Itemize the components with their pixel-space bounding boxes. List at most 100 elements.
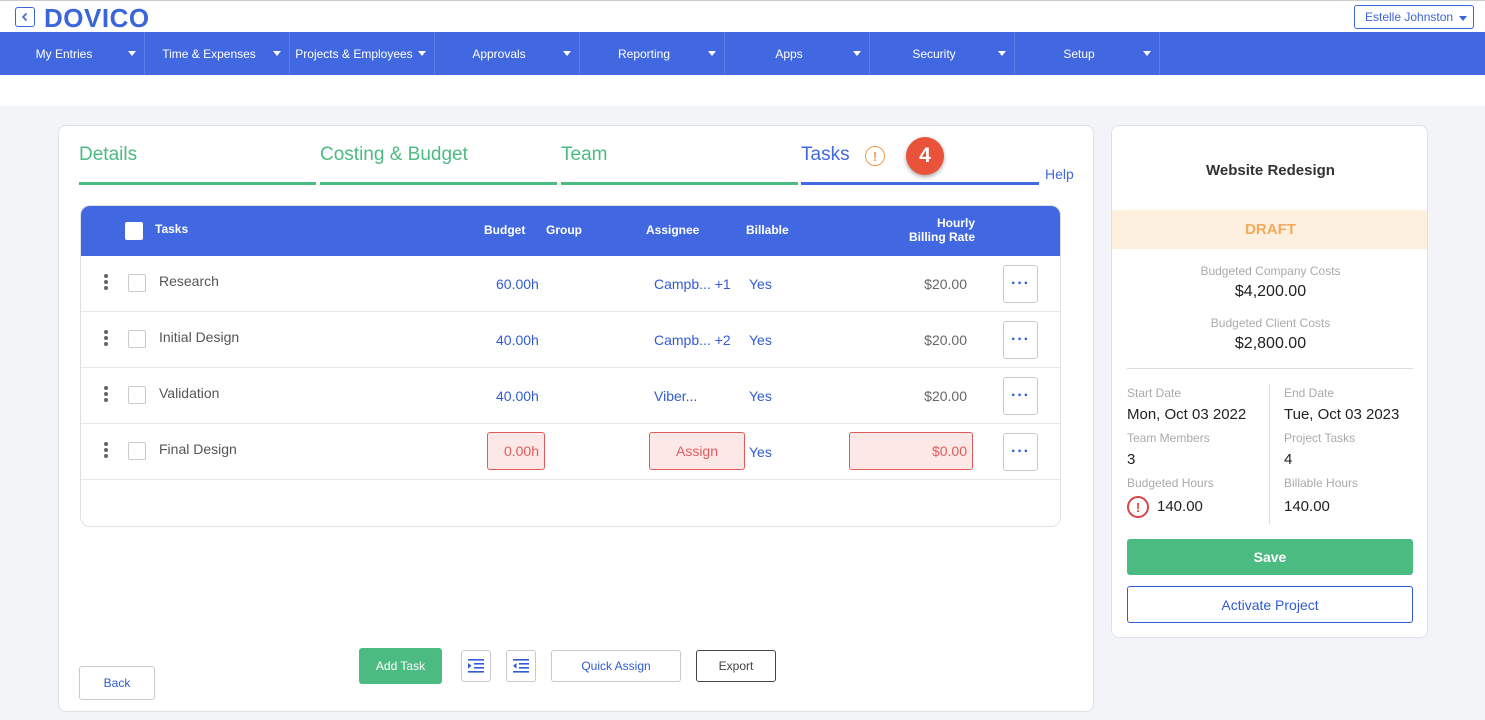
back-button[interactable]: Back: [79, 666, 155, 700]
drag-handle-icon[interactable]: [104, 274, 108, 292]
tab-costing-budget[interactable]: Costing & Budget: [320, 144, 468, 184]
task-rate-input-error[interactable]: $0.00: [849, 432, 973, 470]
tab-tasks-underline: [801, 182, 1039, 185]
caret-down-icon: [418, 51, 426, 56]
task-budget[interactable]: 40.00h: [496, 332, 539, 348]
caret-down-icon: [1459, 16, 1467, 21]
project-tasks-label: Project Tasks: [1284, 431, 1356, 445]
table-row: Final Design 0.00h Assign Yes $0.00 ···: [81, 424, 1060, 480]
task-rate[interactable]: $20.00: [881, 332, 967, 348]
chevron-left-icon: [21, 12, 28, 22]
tab-details-underline: [79, 182, 316, 185]
drag-handle-icon[interactable]: [104, 386, 108, 404]
task-rate[interactable]: $20.00: [881, 388, 967, 404]
nav-apps[interactable]: Apps: [725, 32, 870, 75]
select-all-checkbox[interactable]: [125, 222, 143, 240]
warning-icon: !: [865, 146, 885, 166]
assign-button[interactable]: Assign: [649, 432, 745, 470]
project-title: Website Redesign: [1206, 162, 1335, 179]
start-date-value: Mon, Oct 03 2022: [1127, 406, 1247, 423]
task-billable[interactable]: Yes: [749, 276, 772, 292]
budgeted-hours-value: 140.00: [1157, 498, 1203, 515]
task-billable[interactable]: Yes: [749, 388, 772, 404]
caret-down-icon: [563, 51, 571, 56]
nav-security[interactable]: Security: [870, 32, 1015, 75]
step-number-badge: 4: [906, 137, 944, 175]
tasks-table: Tasks Budget Group Assignee Billable Hou…: [80, 205, 1061, 527]
drag-handle-icon[interactable]: [104, 442, 108, 460]
start-date-label: Start Date: [1127, 386, 1182, 400]
header-hourly-rate: Hourly Billing Rate: [908, 216, 975, 244]
task-billable[interactable]: Yes: [749, 332, 772, 348]
outdent-button[interactable]: [506, 650, 536, 682]
task-name: Initial Design: [159, 329, 240, 345]
status-badge: DRAFT: [1112, 210, 1427, 249]
app-logo[interactable]: DOVICO: [44, 3, 150, 34]
project-summary-card: Website Redesign DRAFT Budgeted Company …: [1111, 125, 1428, 638]
nav-reporting[interactable]: Reporting: [580, 32, 725, 75]
export-button[interactable]: Export: [696, 650, 776, 682]
quick-assign-button[interactable]: Quick Assign: [551, 650, 681, 682]
row-more-button[interactable]: ···: [1003, 377, 1038, 415]
task-name: Validation: [159, 385, 220, 401]
tab-details[interactable]: Details: [79, 144, 137, 184]
caret-down-icon: [998, 51, 1006, 56]
team-members-label: Team Members: [1127, 431, 1210, 445]
table-row: Validation 40.00h Viber... Yes $20.00 ··…: [81, 368, 1060, 424]
header-billable: Billable: [746, 223, 789, 237]
client-costs-value: $2,800.00: [1234, 335, 1307, 352]
header-budget: Budget: [484, 223, 526, 237]
tab-team[interactable]: Team: [561, 144, 607, 184]
user-menu[interactable]: Estelle Johnston: [1354, 5, 1474, 29]
row-checkbox[interactable]: [128, 442, 146, 460]
row-more-button[interactable]: ···: [1003, 321, 1038, 359]
header-tasks: Tasks: [155, 222, 189, 236]
billable-hours-value: 140.00: [1284, 498, 1330, 515]
caret-down-icon: [128, 51, 136, 56]
indent-button[interactable]: [461, 650, 491, 682]
main-nav: My Entries Time & Expenses Projects & Em…: [0, 32, 1485, 75]
task-assignee[interactable]: Campb... +2: [654, 332, 731, 348]
tab-costing-underline: [320, 182, 557, 185]
nav-projects-employees[interactable]: Projects & Employees: [290, 32, 435, 75]
add-task-button[interactable]: Add Task: [359, 648, 442, 684]
activate-project-button[interactable]: Activate Project: [1127, 586, 1413, 623]
team-members-value: 3: [1127, 451, 1136, 468]
save-button[interactable]: Save: [1127, 539, 1413, 575]
task-rate[interactable]: $20.00: [881, 276, 967, 292]
task-assignee[interactable]: Viber...: [654, 388, 697, 404]
end-date-value: Tue, Oct 03 2023: [1284, 406, 1400, 423]
outdent-icon: [513, 659, 529, 673]
help-link[interactable]: Help: [1045, 166, 1074, 182]
company-costs-label: Budgeted Company Costs: [1200, 264, 1341, 278]
sub-header-band: [0, 75, 1485, 106]
header-group: Group: [546, 223, 582, 237]
project-editor-card: Details Costing & Budget Team Tasks ! 4 …: [58, 125, 1094, 712]
nav-my-entries[interactable]: My Entries: [0, 32, 145, 75]
task-assignee[interactable]: Campb... +1: [654, 276, 731, 292]
tab-tasks[interactable]: Tasks: [801, 144, 850, 184]
task-budget[interactable]: 60.00h: [496, 276, 539, 292]
row-more-button[interactable]: ···: [1003, 265, 1038, 303]
row-more-button[interactable]: ···: [1003, 433, 1038, 471]
nav-time-expenses[interactable]: Time & Expenses: [145, 32, 290, 75]
task-billable[interactable]: Yes: [749, 444, 772, 460]
nav-approvals[interactable]: Approvals: [435, 32, 580, 75]
task-name: Final Design: [159, 441, 237, 457]
task-budget[interactable]: 40.00h: [496, 388, 539, 404]
row-checkbox[interactable]: [128, 330, 146, 348]
summary-divider: [1127, 368, 1413, 369]
drag-handle-icon[interactable]: [104, 330, 108, 348]
table-row: Initial Design 40.00h Campb... +2 Yes $2…: [81, 312, 1060, 368]
task-budget-input-error[interactable]: 0.00h: [487, 432, 545, 470]
more-icon: ···: [1011, 443, 1030, 460]
company-costs-value: $4,200.00: [1234, 283, 1307, 300]
back-nav-button[interactable]: [15, 7, 35, 27]
row-checkbox[interactable]: [128, 386, 146, 404]
row-checkbox[interactable]: [128, 274, 146, 292]
end-date-label: End Date: [1284, 386, 1335, 400]
error-icon: !: [1127, 496, 1149, 518]
indent-icon: [468, 659, 484, 673]
nav-setup[interactable]: Setup: [1015, 32, 1160, 75]
more-icon: ···: [1011, 331, 1030, 348]
